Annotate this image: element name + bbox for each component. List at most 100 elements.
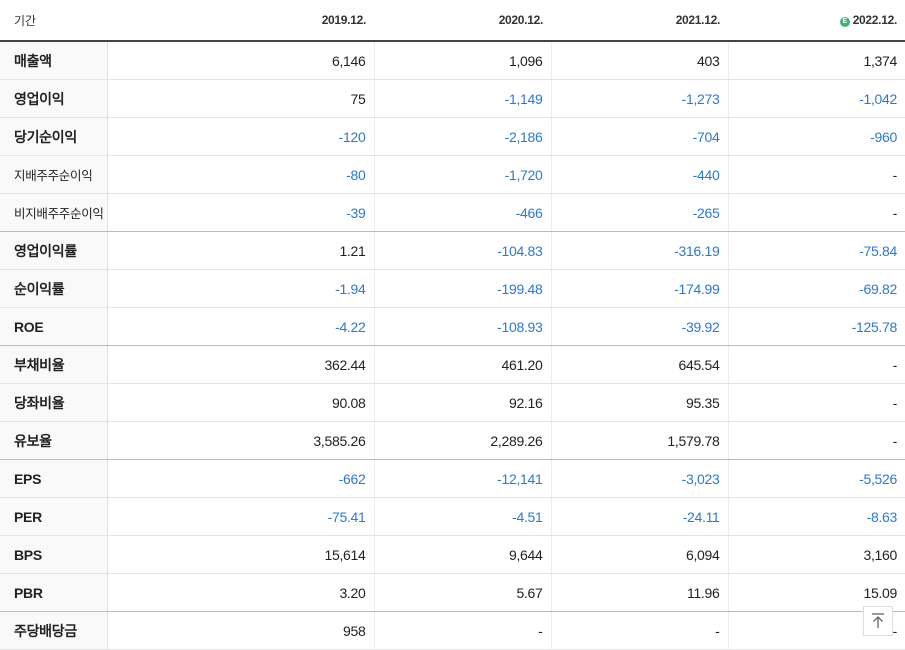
row-label: 유보율 bbox=[0, 421, 108, 460]
table-row: PER -75.41 -4.51 -24.11 -8.63 bbox=[0, 497, 905, 536]
cell-value: -1.94 bbox=[107, 269, 375, 308]
cell-value: -440 bbox=[551, 155, 729, 194]
table-row: 부채비율 362.44 461.20 645.54- bbox=[0, 345, 905, 384]
estimate-icon: E bbox=[839, 17, 850, 27]
row-label: 당좌비율 bbox=[0, 383, 108, 422]
cell-value: 11.96 bbox=[551, 573, 729, 612]
row-label: 순이익률 bbox=[0, 269, 108, 308]
cell-value: -125.78 bbox=[728, 307, 905, 346]
arrow-up-to-top-icon bbox=[872, 613, 884, 628]
cell-value: -3,023 bbox=[551, 459, 729, 498]
scroll-to-top-button[interactable] bbox=[863, 606, 893, 636]
row-label: PER bbox=[0, 497, 108, 536]
cell-value: 3,585.26 bbox=[107, 421, 375, 460]
row-label: 주당배당금 bbox=[0, 611, 108, 650]
cell-value: 6,146 bbox=[107, 41, 375, 80]
cell-value: 362.44 bbox=[107, 345, 375, 384]
cell-value: -265 bbox=[551, 193, 729, 232]
cell-value: -108.93 bbox=[374, 307, 552, 346]
table-row: 주당배당금 958- - - bbox=[0, 611, 905, 650]
table-row: PBR 3.20 5.67 11.96 15.09 bbox=[0, 573, 905, 612]
cell-value: - bbox=[728, 383, 905, 422]
row-label: ROE bbox=[0, 307, 108, 346]
row-label: 영업이익 bbox=[0, 79, 108, 118]
cell-value: -1,273 bbox=[551, 79, 729, 118]
period-2021: 2021.12. bbox=[551, 0, 728, 42]
table-row: ROE -4.22 -108.93 -39.92 -125.78 bbox=[0, 307, 905, 346]
table-row: 지배주주순이익 -80 -1,720 -440- bbox=[0, 155, 905, 194]
cell-value: 3,160 bbox=[728, 535, 905, 574]
cell-value: - bbox=[728, 155, 905, 194]
cell-value: -316.19 bbox=[551, 231, 729, 270]
cell-value: -960 bbox=[728, 117, 905, 156]
cell-value: -24.11 bbox=[551, 497, 729, 536]
cell-value: - bbox=[728, 421, 905, 460]
table-body: 매출액 6,146 1,096 403 1,374 영업이익 75 -1,149 -1,273-… bbox=[0, 41, 905, 650]
table-row: 매출액 6,146 1,096 403 1,374 bbox=[0, 41, 905, 80]
period-2022-label: 2022.12. bbox=[852, 13, 898, 27]
cell-value: 1,096 bbox=[374, 41, 552, 80]
cell-value: -104.83 bbox=[374, 231, 552, 270]
table-row: 영업이익 75 -1,149 -1,273 -1,042 bbox=[0, 79, 905, 118]
cell-value: 2,289.26 bbox=[374, 421, 552, 460]
period-2019: 2019.12. bbox=[107, 0, 374, 42]
cell-value: -2,186 bbox=[374, 117, 552, 156]
cell-value: -8.63 bbox=[728, 497, 905, 536]
cell-value: -4.22 bbox=[107, 307, 375, 346]
row-label: 지배주주순이익 bbox=[0, 155, 108, 194]
table-row: 비지배주주순이익 -39 -466 -265- bbox=[0, 193, 905, 232]
financial-summary-table: 기간 2019.12. 2020.12. 2021.12. E 2022.12. … bbox=[0, 0, 905, 650]
cell-value: -80 bbox=[107, 155, 375, 194]
cell-value: 403 bbox=[551, 41, 729, 80]
cell-value: 645.54 bbox=[551, 345, 729, 384]
table-row: 순이익률 -1.94 -199.48 -174.99 -69.82 bbox=[0, 269, 905, 308]
table-header-row: 기간 2019.12. 2020.12. 2021.12. E 2022.12. bbox=[0, 0, 905, 42]
cell-value: -120 bbox=[107, 117, 375, 156]
cell-value: - bbox=[728, 193, 905, 232]
cell-value: -75.84 bbox=[728, 231, 905, 270]
cell-value: 1.21 bbox=[107, 231, 375, 270]
cell-value: 92.16 bbox=[374, 383, 552, 422]
row-label: 당기순이익 bbox=[0, 117, 108, 156]
row-label: BPS bbox=[0, 535, 108, 574]
cell-value: -12,141 bbox=[374, 459, 552, 498]
row-label: 비지배주주순이익 bbox=[0, 193, 108, 232]
period-header: 기간 bbox=[0, 0, 107, 42]
table-row: 당좌비율 90.08 92.16 95.35- bbox=[0, 383, 905, 422]
cell-value: 3.20 bbox=[107, 573, 375, 612]
cell-value: 5.67 bbox=[374, 573, 552, 612]
cell-value: 958 bbox=[107, 611, 375, 650]
cell-value: -174.99 bbox=[551, 269, 729, 308]
row-label: PBR bbox=[0, 573, 108, 612]
table-row: BPS 15,614 9,644 6,094 3,160 bbox=[0, 535, 905, 574]
cell-value: -199.48 bbox=[374, 269, 552, 308]
row-label: EPS bbox=[0, 459, 108, 498]
cell-value: -662 bbox=[107, 459, 375, 498]
cell-value: -75.41 bbox=[107, 497, 375, 536]
cell-value: -69.82 bbox=[728, 269, 905, 308]
cell-value: -1,720 bbox=[374, 155, 552, 194]
cell-value: -466 bbox=[374, 193, 552, 232]
period-2020: 2020.12. bbox=[374, 0, 551, 42]
table-row: EPS -662 -12,141 -3,023 -5,526 bbox=[0, 459, 905, 498]
cell-value: -39.92 bbox=[551, 307, 729, 346]
cell-value: 461.20 bbox=[374, 345, 552, 384]
cell-value: -1,042 bbox=[728, 79, 905, 118]
row-label: 매출액 bbox=[0, 41, 108, 80]
cell-value: - bbox=[374, 611, 552, 650]
cell-value: 9,644 bbox=[374, 535, 552, 574]
cell-value: -5,526 bbox=[728, 459, 905, 498]
cell-value: 75 bbox=[107, 79, 375, 118]
cell-value: 1,579.78 bbox=[551, 421, 729, 460]
cell-value: 6,094 bbox=[551, 535, 729, 574]
cell-value: - bbox=[728, 345, 905, 384]
cell-value: -4.51 bbox=[374, 497, 552, 536]
cell-value: 1,374 bbox=[728, 41, 905, 80]
period-2022-estimate: E 2022.12. bbox=[728, 0, 905, 42]
cell-value: -1,149 bbox=[374, 79, 552, 118]
cell-value: -39 bbox=[107, 193, 375, 232]
cell-value: 90.08 bbox=[107, 383, 375, 422]
cell-value: - bbox=[551, 611, 729, 650]
cell-value: 95.35 bbox=[551, 383, 729, 422]
cell-value: 15,614 bbox=[107, 535, 375, 574]
